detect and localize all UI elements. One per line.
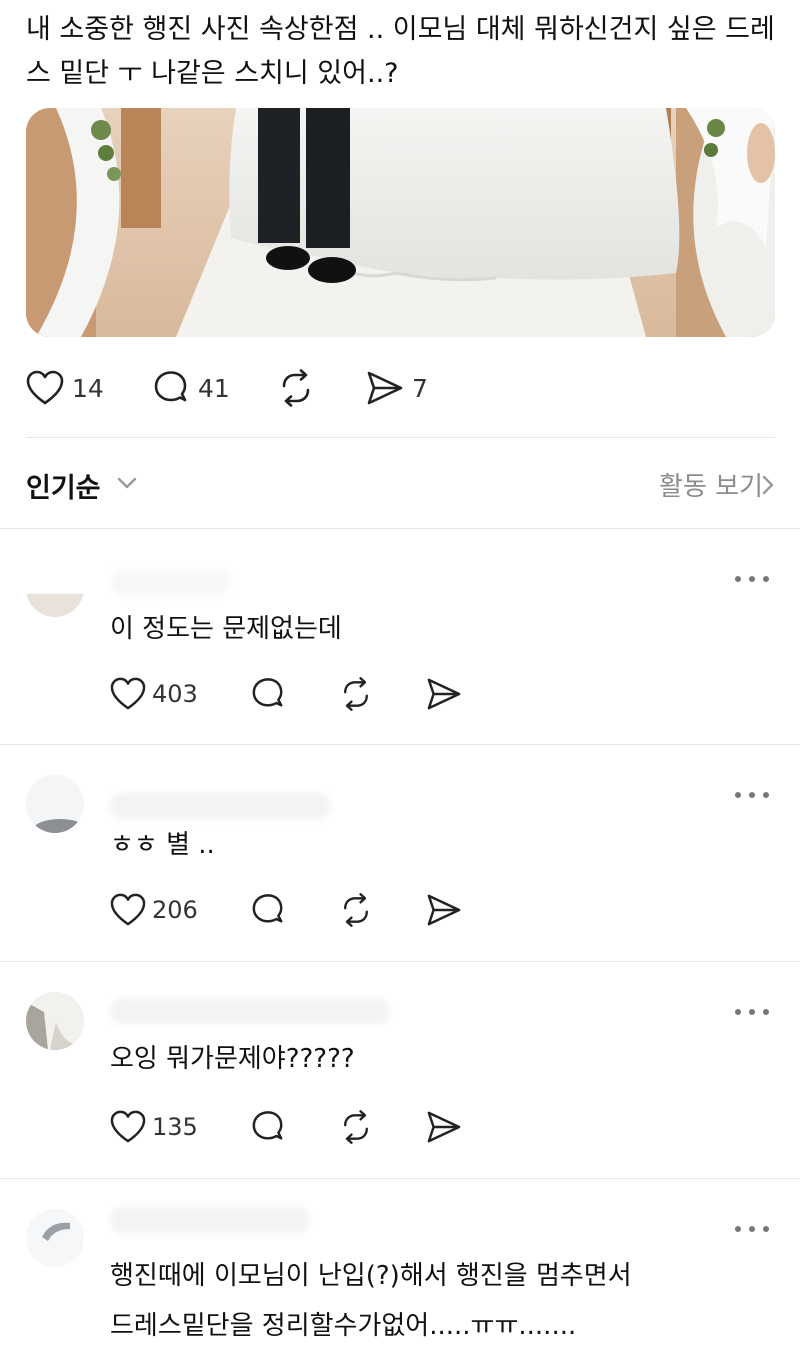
share-button[interactable] xyxy=(426,674,462,714)
post-photo[interactable] xyxy=(26,108,775,337)
more-dots-icon[interactable] xyxy=(735,1005,769,1019)
sort-dropdown[interactable]: 인기순 xyxy=(26,466,101,505)
comment-bubble-icon xyxy=(252,678,283,707)
heart-icon xyxy=(110,677,146,710)
repost-button[interactable] xyxy=(338,1107,374,1147)
repost-icon xyxy=(282,369,310,407)
comment-count: 41 xyxy=(198,373,230,403)
send-icon xyxy=(427,1111,461,1143)
avatar[interactable] xyxy=(26,775,84,833)
comment-text: 행진때에 이모님이 난입(?)해서 행진을 멈추면서 드레스밑단을 정리할수가없… xyxy=(110,1261,632,1341)
send-icon xyxy=(427,894,461,926)
avatar[interactable] xyxy=(26,593,84,617)
comment-bubble-icon xyxy=(154,371,187,402)
chevron-down-icon[interactable] xyxy=(116,472,138,494)
comment-button[interactable] xyxy=(250,674,286,714)
like-button[interactable]: 14 xyxy=(26,365,104,411)
share-button[interactable] xyxy=(426,1107,462,1147)
post-text: 내 소중한 행진 사진 속상한점 .. 이모님 대체 뭐하신건지 싶은 드레스 … xyxy=(26,14,775,89)
comment-action-bar: 135 xyxy=(110,1107,510,1147)
repost-button[interactable] xyxy=(338,674,374,714)
activity-view-link[interactable]: 활동 보기 xyxy=(659,466,763,503)
comment-text: 오잉 뭐가문제야????? xyxy=(110,1044,355,1074)
like-count: 14 xyxy=(72,373,104,403)
comment-button[interactable] xyxy=(250,1107,286,1147)
comment-button[interactable] xyxy=(250,890,286,930)
like-count: 403 xyxy=(152,680,198,708)
chevron-right-icon[interactable] xyxy=(761,474,775,496)
comment-action-bar: 206 xyxy=(110,890,510,930)
comment-button[interactable]: 41 xyxy=(152,365,230,411)
username-redacted xyxy=(110,793,330,819)
username-redacted xyxy=(110,998,390,1024)
avatar[interactable] xyxy=(26,1209,84,1267)
post-action-bar: 14 41 7 xyxy=(26,365,526,411)
like-button[interactable]: 206 xyxy=(110,890,198,930)
comment-bubble-icon xyxy=(252,894,283,923)
divider xyxy=(26,437,775,438)
avatar[interactable] xyxy=(26,992,84,1050)
username-redacted xyxy=(110,569,230,595)
comment-item: ㅎㅎ 별 .. 206 xyxy=(0,745,800,961)
username-redacted xyxy=(110,1207,310,1233)
comment-action-bar: 403 xyxy=(110,674,510,714)
heart-icon xyxy=(110,1110,146,1143)
share-button[interactable]: 7 xyxy=(366,365,428,411)
like-button[interactable]: 135 xyxy=(110,1107,198,1147)
comment-item: 행진때에 이모님이 난입(?)해서 행진을 멈추면서 드레스밑단을 정리할수가없… xyxy=(0,1179,800,1351)
more-dots-icon[interactable] xyxy=(735,572,769,586)
more-dots-icon[interactable] xyxy=(735,788,769,802)
like-count: 206 xyxy=(152,896,198,924)
heart-icon xyxy=(110,893,146,926)
more-dots-icon[interactable] xyxy=(735,1222,769,1236)
share-button[interactable] xyxy=(426,890,462,930)
comment-bubble-icon xyxy=(252,1111,283,1140)
comment-item: 오잉 뭐가문제야????? 135 xyxy=(0,962,800,1178)
sort-bar: 인기순 활동 보기 xyxy=(26,462,775,506)
like-count: 135 xyxy=(152,1113,198,1141)
send-icon xyxy=(367,371,403,405)
repost-button[interactable] xyxy=(338,890,374,930)
comment-item: 이 정도는 문제없는데 403 xyxy=(0,529,800,744)
send-icon xyxy=(427,678,461,710)
heart-icon xyxy=(26,370,64,405)
like-button[interactable]: 403 xyxy=(110,674,198,714)
comment-text: 이 정도는 문제없는데 xyxy=(110,614,342,644)
comment-text: ㅎㅎ 별 .. xyxy=(110,830,215,860)
repost-button[interactable] xyxy=(276,365,316,411)
repost-icon xyxy=(344,893,368,927)
repost-icon xyxy=(344,677,368,711)
share-count: 7 xyxy=(412,373,428,403)
repost-icon xyxy=(344,1110,368,1144)
